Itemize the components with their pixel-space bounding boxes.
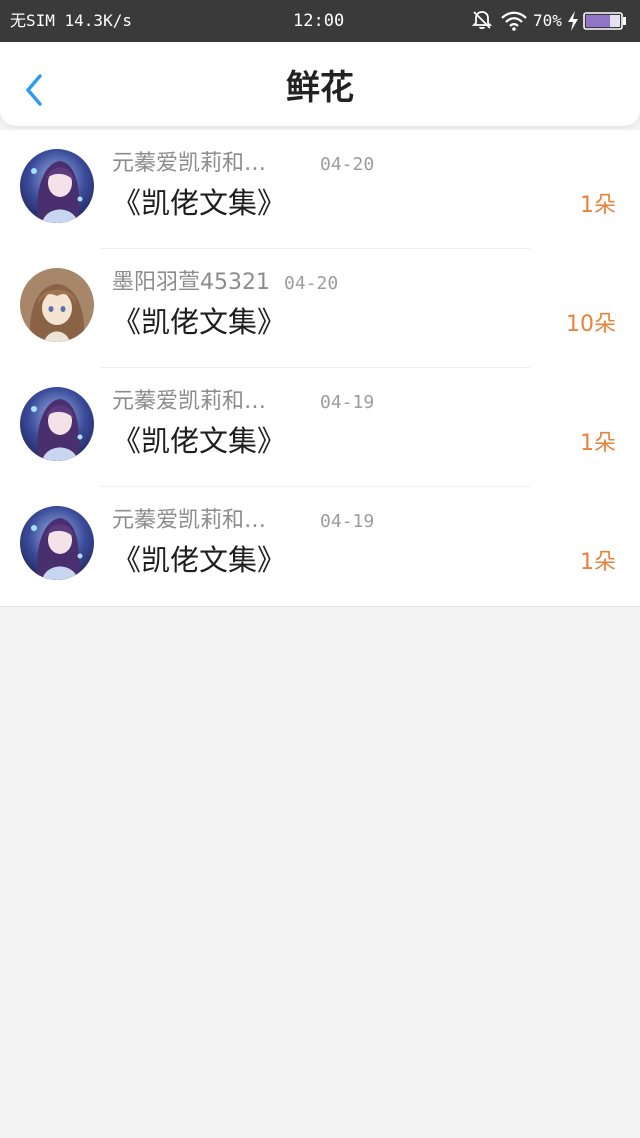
bell-off-icon — [471, 9, 493, 31]
flower-count: 1朵 — [580, 431, 616, 456]
avatar[interactable] — [20, 149, 94, 223]
carrier-speed: 无SIM 14.3K/s — [10, 11, 132, 30]
divider — [0, 606, 640, 607]
list-item[interactable]: 墨阳羽萱45321 04-20 《凯佬文集》 10朵 — [0, 249, 640, 368]
page-title: 鲜花 — [286, 68, 354, 108]
list-item[interactable]: 元蓁爱凯莉和… 04-19 《凯佬文集》 1朵 — [0, 487, 640, 606]
avatar[interactable] — [20, 387, 94, 461]
avatar[interactable] — [20, 506, 94, 580]
book-title[interactable]: 《凯佬文集》 — [112, 422, 286, 460]
row-date: 04-20 — [320, 154, 375, 175]
battery-icon — [583, 12, 627, 30]
status-bar: 无SIM 14.3K/s 12:00 70% — [0, 0, 640, 42]
wifi-icon — [500, 10, 528, 32]
book-title[interactable]: 《凯佬文集》 — [112, 184, 286, 222]
row-date: 04-19 — [320, 511, 375, 532]
row-date: 04-19 — [320, 392, 375, 413]
flower-count: 1朵 — [580, 550, 616, 575]
flower-list: 元蓁爱凯莉和… 04-20 《凯佬文集》 1朵 墨阳羽萱45321 04-20 … — [0, 130, 640, 607]
user-name[interactable]: 元蓁爱凯莉和… — [112, 388, 266, 416]
lightning-bolt-icon — [567, 11, 579, 31]
avatar[interactable] — [20, 268, 94, 342]
clock: 12:00 — [293, 11, 345, 31]
list-item[interactable]: 元蓁爱凯莉和… 04-20 《凯佬文集》 1朵 — [0, 130, 640, 249]
row-date: 04-20 — [284, 273, 339, 294]
battery-percent: 70% — [533, 11, 562, 30]
list-item[interactable]: 元蓁爱凯莉和… 04-19 《凯佬文集》 1朵 — [0, 368, 640, 487]
flower-count: 1朵 — [580, 193, 616, 218]
book-title[interactable]: 《凯佬文集》 — [112, 303, 286, 341]
user-name[interactable]: 元蓁爱凯莉和… — [112, 507, 266, 535]
user-name[interactable]: 元蓁爱凯莉和… — [112, 150, 266, 178]
header-bar: 鲜花 — [0, 42, 640, 126]
book-title[interactable]: 《凯佬文集》 — [112, 541, 286, 579]
user-name[interactable]: 墨阳羽萱45321 — [112, 269, 270, 297]
flower-count: 10朵 — [566, 312, 616, 337]
